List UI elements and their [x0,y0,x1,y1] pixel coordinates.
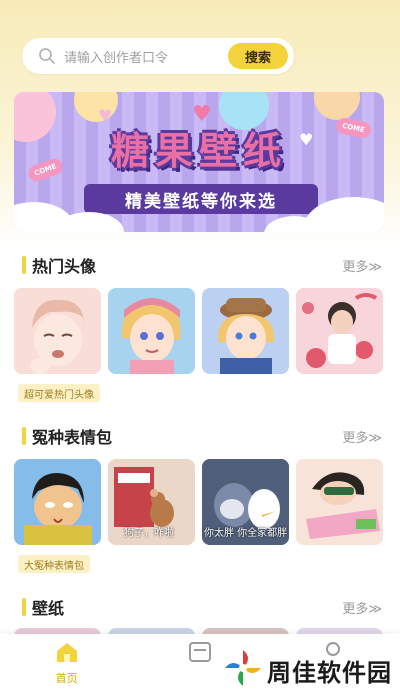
avatar-thumb[interactable] [202,288,289,374]
section-accent-bar [22,256,26,274]
tab-home-label: 首页 [55,672,78,685]
banner-title: 糖果壁纸 [110,129,287,173]
section-accent-bar [22,427,26,445]
watermark: 周佳软件园 [223,648,392,692]
section-title: 冤种表情包 [32,428,113,447]
avatar-row [14,288,386,374]
banner-subtitle: 精美壁纸等你来选 [125,191,277,212]
home-icon [54,640,80,668]
section-caption: 大冤种表情包 [18,555,90,573]
section-title: 壁纸 [32,599,65,618]
more-link-wallpapers[interactable]: 更多≫ [342,598,382,617]
meme-thumb[interactable]: 你太胖 你全家都胖 [202,459,289,545]
search-bar[interactable]: 请输入创作者口令 搜索 [22,38,294,74]
watermark-logo-icon [223,648,263,692]
meme-caption: 狗子，咋啦 [124,528,174,539]
section-caption: 超可爱热门头像 [18,384,100,402]
banner-subtitle-box: 精美壁纸等你来选 [84,184,318,214]
section-header-avatars: 热门头像 更多≫ [22,254,382,276]
section-header-wallpapers: 壁纸 更多≫ [22,596,382,618]
more-link-avatars[interactable]: 更多≫ [342,256,382,275]
avatar-thumb[interactable] [108,288,195,374]
meme-caption: 你太胖 你全家都胖 [204,528,288,539]
avatar-thumb[interactable] [296,288,383,374]
section-header-memes: 冤种表情包 更多≫ [22,425,382,447]
balloon-shape [314,92,360,120]
meme-thumb[interactable]: 狗子，咋啦 [108,459,195,545]
gallery-icon [187,640,213,668]
section-accent-bar [22,598,26,616]
tab-home[interactable]: 首页 [0,634,133,700]
more-link-memes[interactable]: 更多≫ [342,427,382,446]
avatar-thumb[interactable] [14,288,101,374]
section-title: 热门头像 [32,257,97,276]
banner[interactable]: ♥ ♥ ♥ COME COME 糖果壁纸 精美壁纸等你来选 [14,92,384,232]
meme-row: 狗子，咋啦 你太胖 你全家都胖 [14,459,386,545]
meme-thumb[interactable] [296,459,383,545]
meme-thumb[interactable] [14,459,101,545]
search-button[interactable]: 搜索 [228,43,288,69]
watermark-text: 周佳软件园 [267,658,392,687]
search-icon [38,47,56,65]
